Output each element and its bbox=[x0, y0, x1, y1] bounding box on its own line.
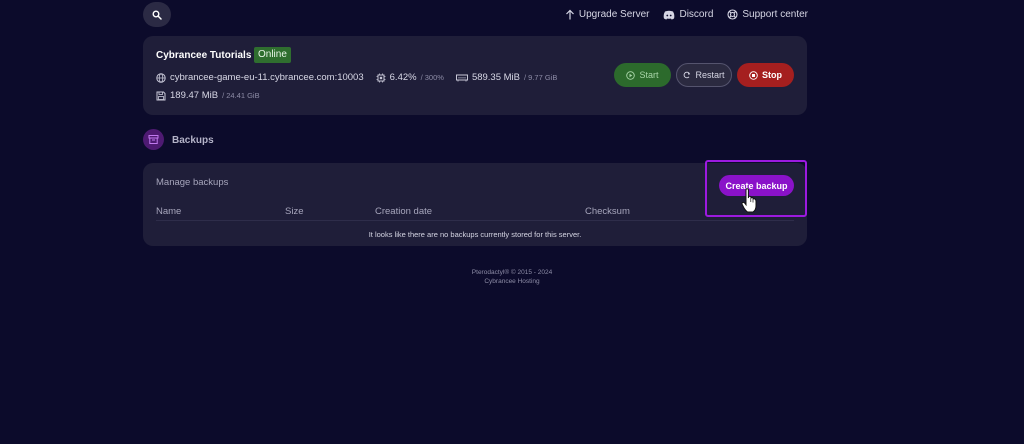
discord-label: Discord bbox=[679, 9, 714, 20]
stop-label: Stop bbox=[762, 70, 782, 80]
save-icon bbox=[156, 91, 166, 100]
top-navigation: Upgrade Server Discord Support center bbox=[565, 9, 808, 20]
backups-section-title: Backups bbox=[172, 135, 214, 146]
column-header-creation-date: Creation date bbox=[375, 206, 433, 217]
empty-backups-message: It looks like there are no backups curre… bbox=[368, 230, 582, 239]
memory-limit: / 9.77 GiB bbox=[524, 73, 558, 82]
server-address: cybrancee-game-eu-11.cybrancee.com:10003 bbox=[156, 72, 364, 83]
lifebuoy-icon bbox=[727, 9, 738, 20]
manage-backups-label: Manage backups bbox=[156, 177, 229, 188]
restart-button[interactable]: Restart bbox=[676, 63, 732, 87]
stop-icon bbox=[749, 70, 758, 80]
globe-icon bbox=[156, 72, 166, 83]
memory-usage: 589.35 MiB / 9.77 GiB bbox=[455, 72, 558, 83]
memory-value: 589.35 MiB bbox=[471, 72, 520, 83]
backups-section-icon bbox=[143, 129, 164, 150]
search-icon bbox=[152, 10, 162, 20]
support-center-label: Support center bbox=[742, 9, 808, 20]
disk-value: 189.47 MiB bbox=[170, 90, 219, 101]
archive-icon bbox=[148, 135, 159, 144]
server-name: Cybrancee Tutorials bbox=[156, 50, 252, 61]
disk-usage: 189.47 MiB / 24.41 GiB bbox=[156, 90, 260, 101]
memory-icon bbox=[455, 74, 468, 81]
table-header-divider bbox=[156, 220, 794, 221]
restart-label: Restart bbox=[695, 70, 725, 80]
column-header-name: Name bbox=[156, 206, 182, 217]
arrow-up-icon bbox=[565, 9, 574, 20]
stop-button[interactable]: Stop bbox=[737, 63, 794, 87]
footer: Pterodactyl® © 2015 - 2024 Cybrancee Hos… bbox=[0, 268, 1024, 286]
server-card: Cybrancee Tutorials Online cybrancee-gam… bbox=[143, 36, 807, 115]
column-header-checksum: Checksum bbox=[585, 206, 630, 217]
start-label: Start bbox=[639, 70, 659, 80]
search-button[interactable] bbox=[143, 2, 171, 27]
play-icon bbox=[626, 70, 636, 80]
start-button[interactable]: Start bbox=[614, 63, 671, 87]
footer-copyright: Pterodactyl® © 2015 - 2024 bbox=[471, 269, 553, 276]
discord-link[interactable]: Discord bbox=[663, 9, 713, 20]
cpu-usage: 6.42% / 300% bbox=[376, 72, 444, 83]
disk-limit: / 24.41 GiB bbox=[222, 91, 260, 100]
status-badge: Online bbox=[254, 47, 291, 63]
upgrade-server-link[interactable]: Upgrade Server bbox=[565, 9, 650, 20]
server-address-text: cybrancee-game-eu-11.cybrancee.com:10003 bbox=[170, 72, 364, 83]
server-stats-row: cybrancee-game-eu-11.cybrancee.com:10003… bbox=[156, 72, 569, 83]
discord-icon bbox=[664, 10, 675, 19]
cpu-icon bbox=[376, 73, 386, 82]
hand-cursor-icon bbox=[741, 188, 757, 213]
upgrade-server-label: Upgrade Server bbox=[578, 9, 650, 20]
cpu-value: 6.42% bbox=[389, 72, 417, 83]
server-disk-row: 189.47 MiB / 24.41 GiB bbox=[156, 90, 272, 101]
support-center-link[interactable]: Support center bbox=[727, 9, 808, 20]
restart-icon bbox=[684, 71, 691, 79]
cpu-limit: / 300% bbox=[420, 73, 444, 82]
footer-hosting: Cybrancee Hosting bbox=[484, 278, 540, 285]
column-header-size: Size bbox=[285, 206, 304, 217]
